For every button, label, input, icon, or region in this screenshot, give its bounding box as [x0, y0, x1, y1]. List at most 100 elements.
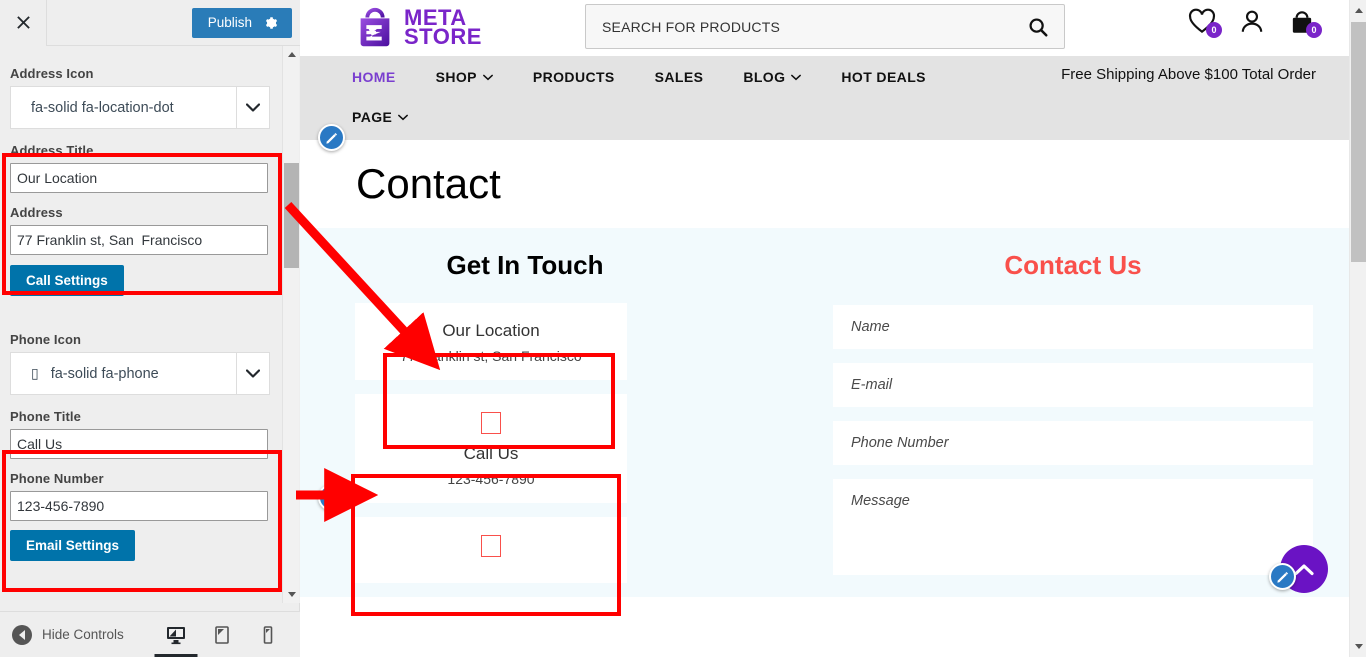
device-desktop-icon[interactable]	[166, 625, 186, 645]
contact-phone-input[interactable]	[833, 421, 1313, 465]
chevron-down-icon[interactable]	[236, 353, 269, 394]
page-title: Contact	[356, 160, 501, 207]
info-card-phone[interactable]: Call Us 123-456-7890	[355, 394, 627, 503]
cart-icon[interactable]: 0	[1288, 8, 1322, 38]
edit-pencil-icon-nav[interactable]	[318, 124, 345, 151]
nav-item-sales[interactable]: SALES	[655, 69, 704, 85]
scroll-up-icon[interactable]	[283, 46, 300, 63]
contact-message-textarea[interactable]	[833, 479, 1313, 575]
header-icons: 0 0	[1188, 8, 1322, 38]
nav-item-products[interactable]: PRODUCTS	[533, 69, 615, 85]
address-icon-label: Address Icon	[10, 66, 94, 81]
phone-icon-value-wrap: ▯ fa-solid fa-phone	[11, 365, 159, 382]
device-tablet-icon[interactable]	[212, 625, 232, 645]
call-settings-button[interactable]: Call Settings	[10, 265, 124, 296]
nav-item-blog[interactable]: BLOG	[743, 69, 802, 85]
contact-form-column: Contact Us	[780, 250, 1366, 597]
collapse-arrow-icon	[12, 624, 32, 645]
wishlist-icon[interactable]: 0	[1188, 8, 1222, 38]
chevron-down-icon	[482, 74, 493, 80]
address-label: Address	[10, 205, 63, 220]
shopping-bag-icon	[360, 7, 390, 47]
info-card-title: Call Us	[463, 444, 519, 463]
info-card-title: Our Location	[442, 321, 540, 340]
address-title-field: Address Title	[0, 129, 300, 193]
customizer-footer: Hide Controls	[0, 611, 300, 657]
info-card-location[interactable]: Our Location 77 Franklin st, San Francis…	[355, 303, 627, 380]
nav-item-blog-label: BLOG	[743, 69, 786, 85]
phone-number-input[interactable]	[10, 491, 268, 521]
wishlist-count: 0	[1206, 22, 1222, 38]
search-icon	[1029, 17, 1048, 37]
customizer-body[interactable]: Address Icon fa-solid fa-location-dot Ad…	[0, 46, 300, 603]
nav-item-shop-label: SHOP	[435, 69, 477, 85]
info-card-sub: 123-456-7890	[447, 471, 535, 487]
phone-number-label: Phone Number	[10, 471, 104, 486]
publish-label: Publish	[207, 15, 252, 30]
customizer-header: Publish	[0, 0, 300, 46]
get-in-touch-title: Get In Touch	[446, 250, 604, 280]
phone-number-field: Phone Number	[0, 459, 300, 521]
preview-scroll-thumb[interactable]	[1351, 22, 1366, 262]
publish-group: Publish	[191, 7, 292, 38]
address-icon-select[interactable]: fa-solid fa-location-dot	[10, 86, 270, 129]
contact-email-input[interactable]	[833, 363, 1313, 407]
customizer-scroll-thumb[interactable]	[284, 163, 299, 268]
phone-icon-field: Phone Icon ▯ fa-solid fa-phone	[0, 296, 300, 395]
nav-item-page[interactable]: PAGE	[352, 109, 409, 125]
preview-scroll-down-icon[interactable]	[1350, 638, 1366, 655]
scroll-down-icon[interactable]	[283, 586, 300, 603]
site-topbar: META STORE 0	[300, 0, 1366, 56]
device-preview-group	[166, 625, 300, 645]
phone-icon-label: Phone Icon	[10, 332, 82, 347]
address-icon-field: Address Icon fa-solid fa-location-dot	[0, 46, 300, 129]
chevron-down-icon	[398, 114, 409, 120]
contact-us-title: Contact Us	[1004, 250, 1142, 280]
logo-text: META STORE	[404, 7, 482, 49]
phone-title-input[interactable]	[10, 429, 268, 459]
customizer-scrollbar[interactable]	[282, 46, 299, 603]
phone-title-label: Phone Title	[10, 409, 81, 424]
chevron-up-icon	[1294, 563, 1314, 575]
phone-glyph-icon: ▯	[31, 365, 39, 381]
address-input[interactable]	[10, 225, 268, 255]
get-in-touch-column: Get In Touch Our Location 77 Franklin st…	[300, 250, 780, 597]
search-button[interactable]	[1012, 5, 1064, 48]
phone-title-field: Phone Title	[0, 395, 300, 459]
nav-row-secondary: PAGE	[300, 98, 1366, 136]
edit-pencil-icon-section[interactable]	[318, 484, 345, 511]
nav-item-page-label: PAGE	[352, 109, 393, 125]
nav-item-home[interactable]: HOME	[352, 69, 396, 85]
logo-line-2: STORE	[404, 24, 482, 49]
nav-item-hot-deals[interactable]: HOT DEALS	[841, 69, 926, 85]
gear-icon[interactable]	[264, 16, 278, 30]
free-shipping-notice: Free Shipping Above $100 Total Order	[1061, 66, 1316, 83]
envelope-icon	[481, 535, 501, 557]
publish-button[interactable]: Publish	[191, 7, 292, 38]
phone-icon-value: fa-solid fa-phone	[50, 365, 159, 382]
info-card-sub: 77 Franklin st, San Francisco	[400, 348, 582, 364]
search-bar[interactable]	[585, 4, 1065, 49]
site-nav: HOME SHOP PRODUCTS SALES BLOG HOT DEALS …	[300, 56, 1366, 151]
preview-scroll-up-icon[interactable]	[1350, 2, 1366, 19]
close-icon[interactable]	[0, 0, 47, 46]
cart-count: 0	[1306, 22, 1322, 38]
search-input[interactable]	[586, 18, 1012, 35]
site-logo[interactable]: META STORE	[352, 5, 482, 51]
edit-pencil-icon-float[interactable]	[1269, 563, 1296, 590]
address-title-input[interactable]	[10, 163, 268, 193]
device-mobile-icon[interactable]	[258, 625, 278, 645]
nav-item-shop[interactable]: SHOP	[436, 69, 493, 85]
account-icon[interactable]	[1238, 8, 1266, 36]
chevron-down-icon[interactable]	[236, 87, 269, 128]
info-card-email[interactable]	[355, 517, 627, 583]
hide-controls-label: Hide Controls	[42, 627, 124, 642]
customizer-panel: Publish Address Icon fa-solid fa-locatio…	[0, 0, 300, 657]
preview-scrollbar[interactable]	[1349, 0, 1366, 657]
contact-name-input[interactable]	[833, 305, 1313, 349]
email-settings-button[interactable]: Email Settings	[10, 530, 136, 561]
site-preview: META STORE 0	[300, 0, 1366, 657]
contact-section: Get In Touch Our Location 77 Franklin st…	[300, 228, 1366, 597]
hide-controls-button[interactable]: Hide Controls	[0, 624, 124, 645]
phone-icon-select[interactable]: ▯ fa-solid fa-phone	[10, 352, 270, 395]
